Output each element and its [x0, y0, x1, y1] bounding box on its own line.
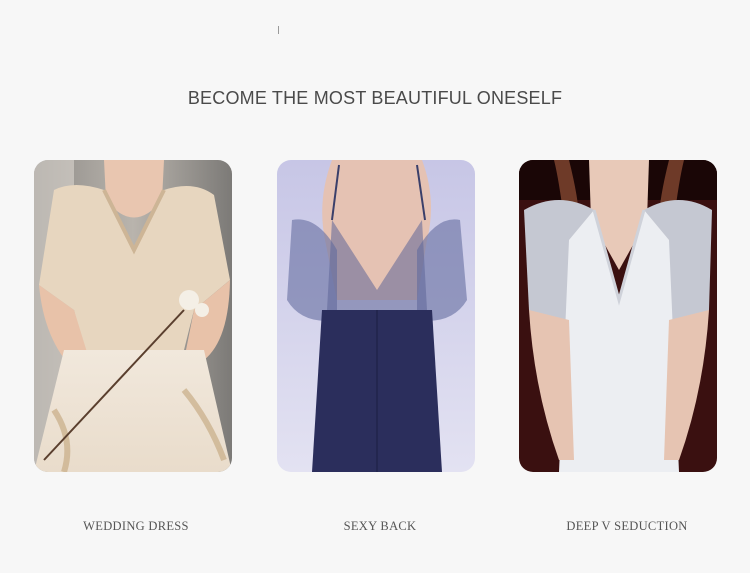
sexy-back-caption: SEXY BACK — [343, 519, 417, 533]
wedding-dress-card[interactable] — [34, 160, 232, 472]
wedding-dress-photo — [34, 160, 232, 472]
decorative-tick — [278, 26, 279, 34]
wedding-dress-caption: WEDDING DRESS — [83, 519, 189, 533]
page-headline: BECOME THE MOST BEAUTIFUL ONESELF — [187, 88, 563, 108]
deep-v-seduction-card[interactable] — [519, 160, 717, 472]
sexy-back-photo — [277, 160, 475, 472]
sexy-back-card[interactable] — [277, 160, 475, 472]
deep-v-seduction-photo — [519, 160, 717, 472]
deep-v-seduction-caption: DEEP V SEDUCTION — [566, 519, 688, 533]
